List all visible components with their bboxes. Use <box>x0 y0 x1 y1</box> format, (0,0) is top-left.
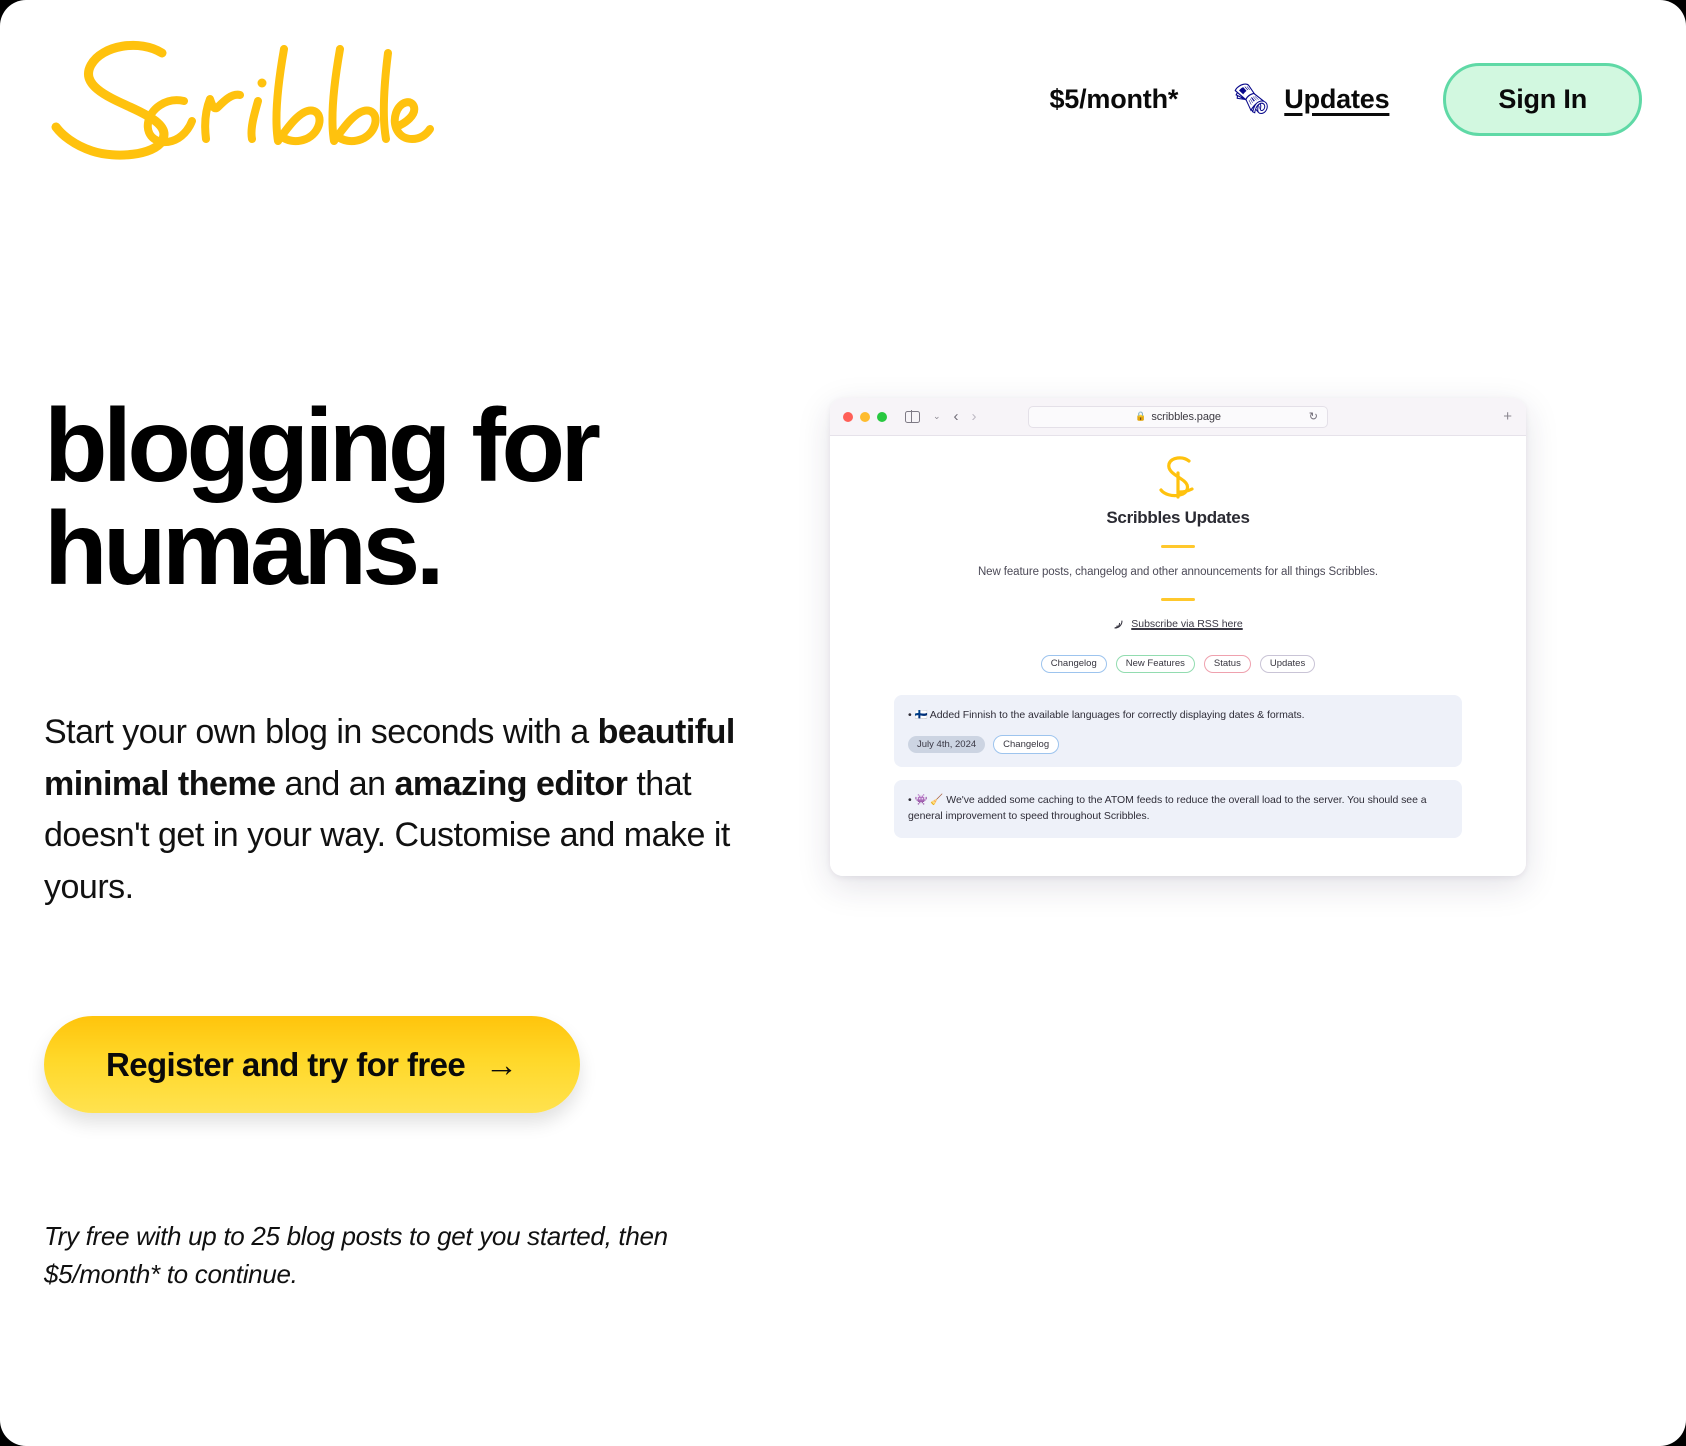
update-post-list: • 🇫🇮 Added Finnish to the available lang… <box>894 695 1462 838</box>
newspaper-icon: 🗞 <box>1232 82 1271 116</box>
landing-page: $5/month* 🗞 Updates Sign In blogging for… <box>0 0 1686 1446</box>
category-tag-changelog[interactable]: Changelog <box>1040 654 1107 674</box>
rss-icon <box>1114 620 1123 629</box>
site-header: $5/month* 🗞 Updates Sign In <box>0 0 1686 195</box>
scribbles-s-mark <box>894 452 1462 506</box>
close-window-icon[interactable] <box>843 411 853 422</box>
update-post-tag[interactable]: Changelog <box>993 735 1060 754</box>
chrome-controls: ⌄ ‹ › <box>905 409 977 424</box>
scribbles-s-icon <box>1159 456 1194 499</box>
update-post-card[interactable]: • 👾 🧹 We've added some caching to the AT… <box>894 779 1462 838</box>
new-tab-icon[interactable]: + <box>1503 409 1512 424</box>
browser-viewport: Scribbles Updates New feature posts, cha… <box>830 436 1526 876</box>
sidebar-toggle-icon[interactable] <box>905 410 920 423</box>
hero-title-line-2: humans. <box>44 490 445 607</box>
address-bar-url: scribbles.page <box>1151 410 1221 423</box>
header-nav: $5/month* 🗞 Updates Sign In <box>1049 63 1642 136</box>
register-cta-button[interactable]: Register and try for free → <box>44 1015 580 1113</box>
scribbles-wordmark-logo <box>51 40 434 160</box>
update-post-body: • 🇫🇮 Added Finnish to the available lang… <box>908 709 1305 722</box>
rss-subscribe-link[interactable]: Subscribe via RSS here <box>1113 618 1243 631</box>
hero-sub-part-2: and an <box>275 764 395 803</box>
update-post-card[interactable]: • 🇫🇮 Added Finnish to the available lang… <box>894 695 1462 767</box>
browser-page-description: New feature posts, changelog and other a… <box>977 566 1379 579</box>
logo-link[interactable] <box>44 25 444 171</box>
maximize-window-icon[interactable] <box>877 411 887 422</box>
hero-section: blogging for humans. Start your own blog… <box>44 394 784 1294</box>
arrow-right-icon: → <box>485 1045 518 1083</box>
updates-link-label: Updates <box>1284 84 1390 114</box>
updates-link[interactable]: 🗞 Updates <box>1232 84 1389 115</box>
price-label: $5/month* <box>1049 84 1179 114</box>
category-tag-status[interactable]: Status <box>1203 654 1251 674</box>
hero-sub-part-1: Start your own blog in seconds with a <box>44 712 598 751</box>
update-post-date: July 4th, 2024 <box>908 735 986 754</box>
browser-mockup: ⌄ ‹ › 🔒 scribbles.page ↻ + Scribbles Upd… <box>830 398 1526 876</box>
forward-arrow-icon[interactable]: › <box>972 409 977 424</box>
chevron-down-icon[interactable]: ⌄ <box>933 411 941 422</box>
hero-subtitle: Start your own blog in seconds with a be… <box>44 707 744 914</box>
update-post-body: • 👾 🧹 We've added some caching to the AT… <box>908 793 1427 822</box>
lock-icon: 🔒 <box>1135 411 1147 421</box>
browser-page-title: Scribbles Updates <box>1106 508 1250 527</box>
reload-icon[interactable]: ↻ <box>1309 410 1318 423</box>
sign-in-button[interactable]: Sign In <box>1443 63 1642 136</box>
address-bar[interactable]: 🔒 scribbles.page ↻ <box>1028 405 1328 428</box>
register-cta-label: Register and try for free <box>106 1045 466 1083</box>
category-tag-updates[interactable]: Updates <box>1259 654 1316 674</box>
update-post-meta: July 4th, 2024 Changelog <box>908 735 1448 754</box>
hero-sub-bold-2: amazing editor <box>394 764 628 803</box>
page-title: blogging for humans. <box>44 394 784 601</box>
back-arrow-icon[interactable]: ‹ <box>954 409 959 424</box>
hero-title-line-1: blogging for <box>44 388 601 504</box>
minimize-window-icon[interactable] <box>860 411 870 422</box>
category-tag-new-features[interactable]: New Features <box>1115 654 1195 674</box>
description-divider <box>1161 598 1195 602</box>
window-controls <box>843 411 887 422</box>
pricing-footnote: Try free with up to 25 blog posts to get… <box>44 1220 668 1290</box>
title-divider <box>1161 545 1195 549</box>
category-tag-list: Changelog New Features Status Updates <box>894 654 1462 674</box>
rss-subscribe-label: Subscribe via RSS here <box>1131 618 1243 631</box>
browser-chrome: ⌄ ‹ › 🔒 scribbles.page ↻ + <box>830 398 1526 436</box>
